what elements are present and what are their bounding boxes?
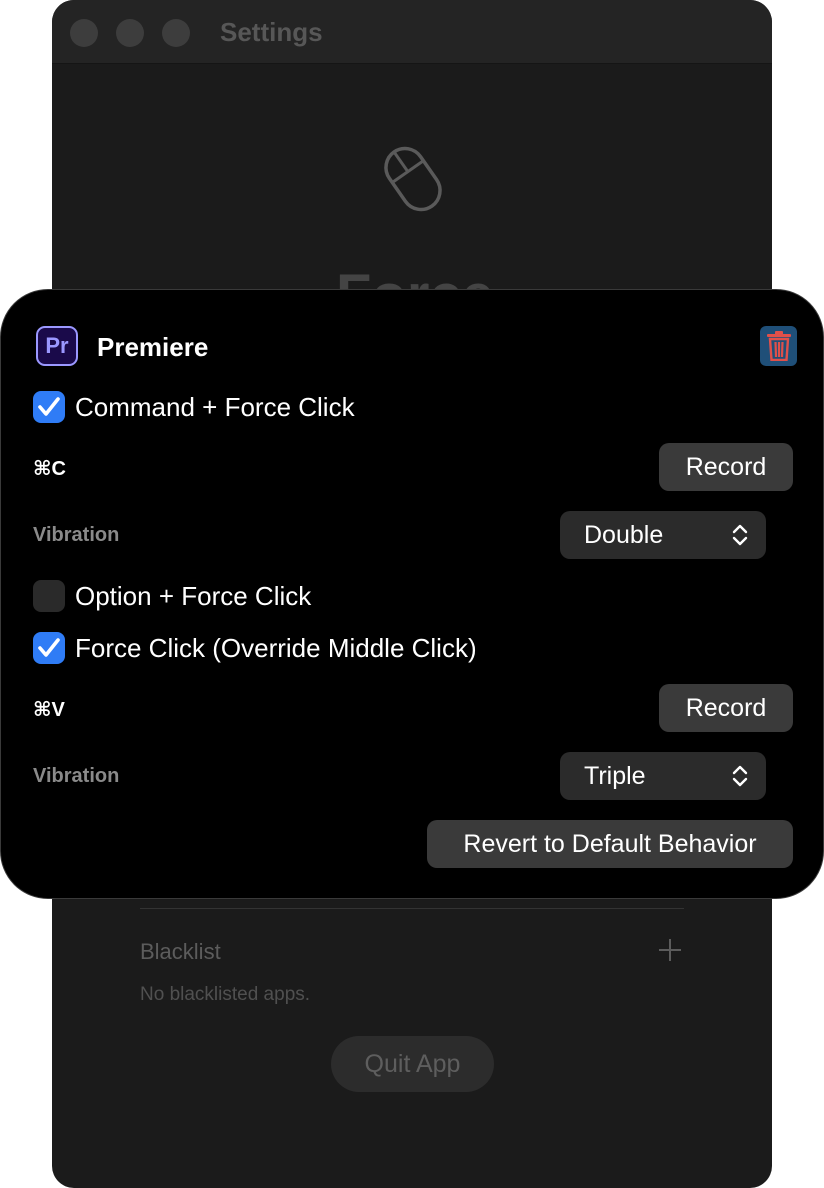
close-window-button[interactable]: [70, 19, 98, 47]
trash-icon: [767, 331, 791, 361]
app-rules-card: Pr Premiere Command + Force Click ⌘C Rec…: [0, 289, 824, 899]
vibration-select[interactable]: Double: [560, 511, 766, 559]
revert-default-button[interactable]: Revert to Default Behavior: [427, 820, 793, 868]
shortcut-value: ⌘C: [33, 458, 66, 480]
title-bar: Settings: [52, 0, 772, 64]
vibration-selected-value: Double: [584, 521, 664, 549]
record-shortcut-button[interactable]: Record: [659, 443, 793, 491]
checkmark-icon: [38, 638, 60, 657]
vibration-selected-value: Triple: [584, 762, 646, 790]
rule-label: Force Click (Override Middle Click): [75, 633, 477, 663]
record-shortcut-button[interactable]: Record: [659, 684, 793, 732]
force-click-middle-checkbox[interactable]: [33, 632, 65, 664]
shortcut-value: ⌘V: [33, 699, 65, 721]
app-name: Premiere: [97, 332, 209, 362]
blacklist-label: Blacklist: [140, 939, 221, 964]
rule-label: Command + Force Click: [75, 392, 355, 422]
section-divider: [140, 908, 684, 909]
window-title: Settings: [220, 17, 323, 47]
blacklist-empty-text: No blacklisted apps.: [140, 984, 311, 1005]
minimize-window-button[interactable]: [116, 19, 144, 47]
add-blacklist-icon[interactable]: [655, 935, 685, 965]
mouse-icon: [372, 138, 454, 225]
chevron-up-down-icon: [732, 765, 748, 787]
chevron-up-down-icon: [732, 524, 748, 546]
delete-app-button[interactable]: [760, 326, 797, 366]
rule-label: Option + Force Click: [75, 581, 312, 611]
vibration-select[interactable]: Triple: [560, 752, 766, 800]
option-force-click-checkbox[interactable]: [33, 580, 65, 612]
quit-app-button[interactable]: Quit App: [331, 1036, 494, 1092]
checkmark-icon: [38, 397, 60, 416]
vibration-label: Vibration: [33, 524, 120, 546]
zoom-window-button[interactable]: [162, 19, 190, 47]
premiere-app-icon: Pr: [36, 326, 78, 366]
command-force-click-checkbox[interactable]: [33, 391, 65, 423]
vibration-label: Vibration: [33, 765, 120, 787]
